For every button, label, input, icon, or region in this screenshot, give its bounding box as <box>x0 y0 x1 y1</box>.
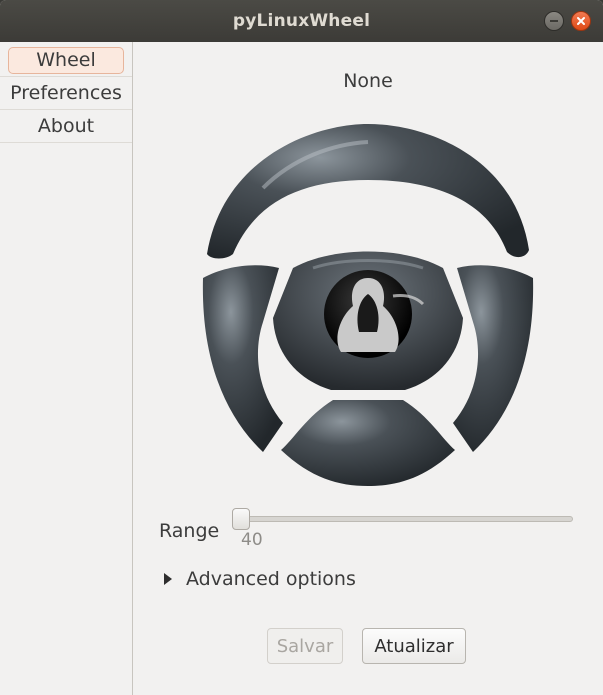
steering-wheel-tux-icon <box>202 124 534 486</box>
tab-wheel[interactable]: Wheel <box>0 44 132 77</box>
advanced-options-expander[interactable]: Advanced options <box>186 568 356 590</box>
expander-arrow-icon[interactable] <box>164 573 172 585</box>
minimize-button[interactable] <box>544 11 564 31</box>
update-button[interactable]: Atualizar <box>362 628 466 664</box>
range-slider-handle[interactable] <box>232 508 250 530</box>
tab-about-label: About <box>37 115 95 137</box>
app-window: pyLinuxWheel Wheel Preferences About Non… <box>0 0 603 695</box>
main-panel: None Range 40 Advanced options Salvar At… <box>133 42 603 695</box>
tab-preferences-label: Preferences <box>10 82 122 104</box>
window-title: pyLinuxWheel <box>232 11 371 31</box>
close-icon <box>577 17 585 25</box>
range-slider-track[interactable] <box>233 516 573 522</box>
save-button[interactable]: Salvar <box>267 628 343 664</box>
minimize-icon <box>550 20 558 22</box>
tab-preferences[interactable]: Preferences <box>0 77 132 110</box>
tab-about[interactable]: About <box>0 110 132 143</box>
tab-wheel-highlight: Wheel <box>8 46 124 74</box>
tab-wheel-label: Wheel <box>36 49 96 71</box>
range-value: 40 <box>241 530 263 550</box>
sidebar: Wheel Preferences About <box>0 42 133 695</box>
range-label: Range <box>159 520 220 542</box>
title-bar[interactable]: pyLinuxWheel <box>0 0 603 42</box>
close-button[interactable] <box>571 11 591 31</box>
wheel-name-label: None <box>343 70 393 92</box>
